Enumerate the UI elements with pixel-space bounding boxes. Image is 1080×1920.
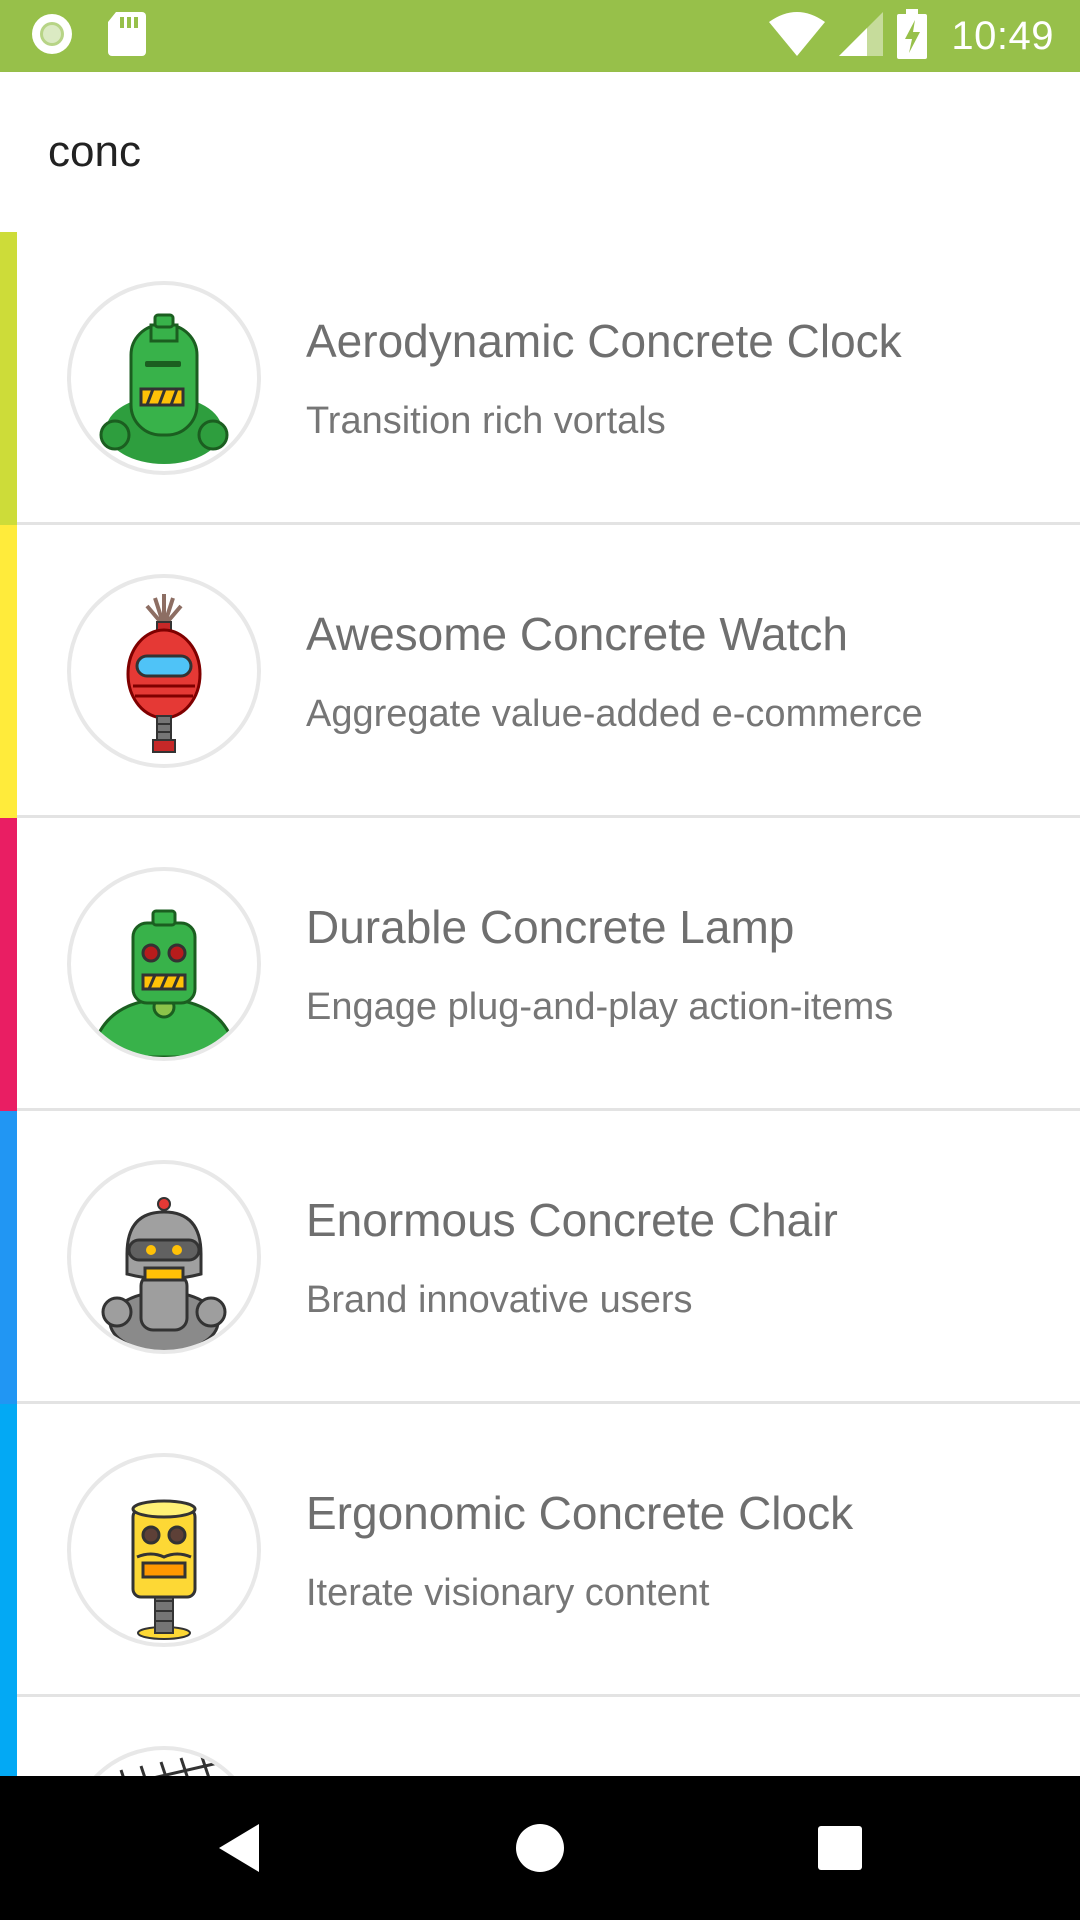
product-row[interactable]: Aerodynamic Concrete Clock Transition ri… [0, 232, 1080, 525]
avatar [67, 574, 261, 768]
avatar [67, 867, 261, 1061]
home-button[interactable] [450, 1776, 630, 1920]
product-description: Engage plug-and-play action-items [306, 986, 894, 1028]
recents-button[interactable] [750, 1776, 930, 1920]
red-robot-icon [126, 594, 202, 753]
home-icon [516, 1824, 564, 1872]
product-row[interactable]: Durable Concrete Lamp Engage plug-and-pl… [0, 818, 1080, 1111]
accent-bar [0, 525, 17, 818]
product-name: Enormous Concrete Chair [306, 1194, 838, 1246]
accent-bar [0, 1111, 17, 1404]
recents-icon [818, 1826, 862, 1870]
product-row[interactable]: Ergonomic Concrete Clock Iterate visiona… [0, 1404, 1080, 1697]
gray-robot-icon [101, 1197, 227, 1350]
wifi-icon [769, 11, 826, 61]
green-robot-icon [89, 909, 239, 1057]
product-row[interactable]: Enormous Concrete Chair Brand innovative… [0, 1111, 1080, 1404]
battery-charging-icon [897, 8, 928, 64]
product-description: Iterate visionary content [306, 1572, 710, 1614]
product-description: Transition rich vortals [306, 400, 666, 442]
accent-bar [0, 1404, 17, 1697]
sd-card-icon [108, 11, 146, 61]
product-list[interactable]: Aerodynamic Concrete Clock Transition ri… [0, 232, 1080, 1776]
signal-icon [839, 11, 884, 61]
product-description: Aggregate value-added e-commerce [306, 693, 923, 735]
green-robot-icon [99, 313, 229, 464]
antenna-robot-icon [119, 1753, 232, 1776]
accent-bar [0, 818, 17, 1111]
avatar [67, 1160, 261, 1354]
product-name: Awesome Concrete Watch [306, 608, 849, 660]
product-name: Durable Concrete Lamp [306, 901, 795, 953]
back-button[interactable] [150, 1776, 330, 1920]
sync-icon [30, 12, 74, 61]
product-name: Aerodynamic Concrete Clock [306, 315, 902, 367]
search-input[interactable] [48, 122, 1008, 182]
avatar [67, 1746, 261, 1776]
product-name: Ergonomic Concrete Clock [306, 1487, 854, 1539]
status-left-icons [30, 11, 146, 61]
status-right-icons: 10:49 [769, 8, 1054, 64]
avatar [67, 281, 261, 475]
yellow-robot-icon [131, 1499, 197, 1640]
navigation-bar [0, 1776, 1080, 1920]
accent-bar [0, 232, 17, 525]
accent-bar [0, 1697, 17, 1776]
product-row[interactable] [0, 1697, 1080, 1776]
avatar [67, 1453, 261, 1647]
search-bar [0, 72, 1080, 232]
product-description: Brand innovative users [306, 1279, 693, 1321]
status-time: 10:49 [951, 13, 1054, 58]
product-row[interactable]: Awesome Concrete Watch Aggregate value-a… [0, 525, 1080, 818]
back-icon [219, 1824, 259, 1872]
status-bar: 10:49 [0, 0, 1080, 72]
